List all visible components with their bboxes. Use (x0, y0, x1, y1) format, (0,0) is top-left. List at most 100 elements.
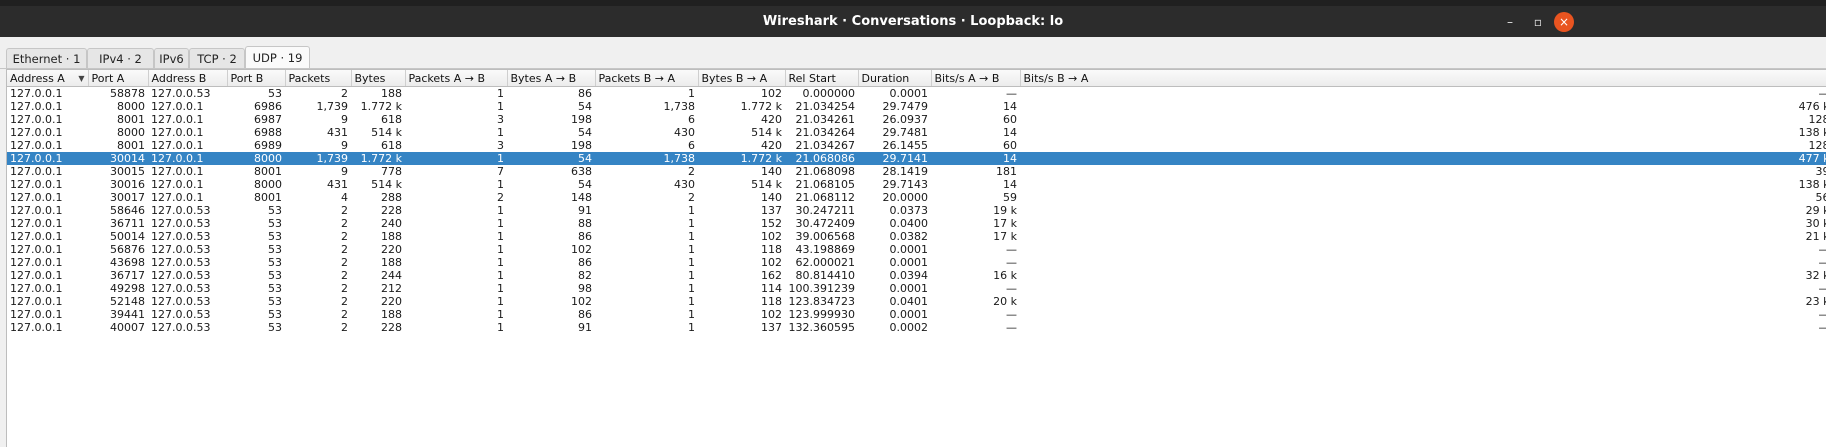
cell-bytes-b-a: 514 k (751, 126, 782, 139)
tab-ipv4[interactable]: IPv4 · 2 (87, 48, 154, 69)
table-row[interactable]: 127.0.0.1 36717 127.0.0.53 53 2 244 1 82 1 162 80.… (7, 269, 1826, 282)
cell-port-a: 8001 (117, 139, 145, 152)
cell-bytes-b-a: 118 (761, 243, 782, 256)
cell-bits-a-b: 59 (1003, 191, 1017, 204)
table-row[interactable]: 127.0.0.1 58646 127.0.0.53 53 2 228 1 91 1 137 30.… (7, 204, 1826, 217)
cell-packets-a-b: 1 (497, 230, 504, 243)
cell-port-b: 53 (268, 230, 282, 243)
table-row[interactable]: 127.0.0.1 36711 127.0.0.53 53 2 240 1 88 1 152 30.… (7, 217, 1826, 230)
cell-bytes: 188 (381, 308, 402, 321)
cell-port-b: 53 (268, 217, 282, 230)
close-icon[interactable]: × (1554, 12, 1574, 32)
table-row[interactable]: 127.0.0.1 39441 127.0.0.53 53 2 188 1 86 1 102 123… (7, 308, 1826, 321)
cell-bits-b-a: 128 (1808, 113, 1826, 126)
maximize-icon[interactable]: ▫ (1528, 12, 1548, 32)
cell-bits-a-b: 16 k (993, 269, 1017, 282)
cell-bytes: 188 (381, 256, 402, 269)
cell-duration: 0.0001 (889, 256, 929, 269)
tab-tcp[interactable]: TCP · 2 (189, 48, 245, 69)
cell-bytes: 240 (381, 217, 402, 230)
cell-packets: 2 (341, 243, 348, 256)
column-header-rel-start[interactable]: Rel Start (785, 70, 859, 87)
cell-bits-a-b: — (1006, 321, 1017, 334)
cell-bytes: 220 (381, 243, 402, 256)
cell-address-b: 127.0.0.53 (151, 295, 211, 308)
cell-bytes-b-a: 140 (761, 165, 782, 178)
cell-address-b: 127.0.0.1 (151, 178, 204, 191)
minimize-icon[interactable]: – (1500, 12, 1520, 32)
cell-bytes: 618 (381, 113, 402, 126)
column-header-bytes[interactable]: Bytes (351, 70, 406, 87)
cell-duration: 0.0001 (889, 308, 929, 321)
cell-bytes: 228 (381, 204, 402, 217)
table-row[interactable]: 127.0.0.1 8000 127.0.0.1 6986 1,739 1.772 k 1 5… (7, 100, 1826, 113)
cell-rel-start: 21.034267 (795, 139, 856, 152)
table-row[interactable]: 127.0.0.1 30014 127.0.0.1 8000 1,739 1.772 k1… (7, 152, 1826, 165)
cell-port-b: 8000 (254, 178, 282, 191)
table-row[interactable]: 127.0.0.1 58878 127.0.0.53 53 2 188 1 86 1 102 0.0… (7, 87, 1826, 101)
cell-packets-a-b: 1 (497, 126, 504, 139)
column-header-address-b[interactable]: Address B (148, 70, 228, 87)
table-row[interactable]: 127.0.0.1 8001 127.0.0.1 6989 9 618 3 198 6 420 21… (7, 139, 1826, 152)
cell-bits-a-b: — (1006, 243, 1017, 256)
cell-address-b: 127.0.0.1 (148, 152, 227, 165)
cell-bytes-b-a: 137 (761, 204, 782, 217)
cell-bytes: 244 (381, 269, 402, 282)
cell-rel-start: 30.247211 (795, 204, 856, 217)
cell-address-b: 127.0.0.53 (151, 243, 211, 256)
cell-packets-a-b: 2 (497, 191, 504, 204)
cell-address-b: 127.0.0.1 (151, 191, 204, 204)
cell-address-b: 127.0.0.53 (151, 321, 211, 334)
column-header-packets-b-a[interactable]: Packets B → A (595, 70, 699, 87)
column-header-port-a[interactable]: Port A (88, 70, 149, 87)
cell-bytes-a-b: 148 (571, 191, 592, 204)
column-header-bytes-a-b[interactable]: Bytes A → B (507, 70, 596, 87)
table-row[interactable]: 127.0.0.1 8001 127.0.0.1 6987 9 618 3 198 6 420 21… (7, 113, 1826, 126)
column-header-packets-a-b[interactable]: Packets A → B (405, 70, 508, 87)
table-row[interactable]: 127.0.0.1 8000 127.0.0.1 6988 431 514 k 1 54 430… (7, 126, 1826, 139)
table-row[interactable]: 127.0.0.1 40007 127.0.0.53 53 2 228 1 91 1 137 132… (7, 321, 1826, 334)
tab-ethernet[interactable]: Ethernet · 1 (6, 48, 87, 69)
cell-packets-a-b: 1 (497, 321, 504, 334)
cell-port-b: 53 (268, 321, 282, 334)
table-row[interactable]: 127.0.0.1 50014 127.0.0.53 53 2 188 1 86 1 102 39.… (7, 230, 1826, 243)
table-row[interactable]: 127.0.0.1 30016 127.0.0.1 8000 431 514 k 1 54 43… (7, 178, 1826, 191)
tab-udp[interactable]: UDP · 19 (245, 46, 310, 70)
cell-port-b: 8000 (227, 152, 285, 165)
column-header-bytes-b-a[interactable]: Bytes B → A (698, 70, 786, 87)
column-header-duration[interactable]: Duration (858, 70, 932, 87)
column-header-bits-a-b[interactable]: Bits/s A → B (931, 70, 1021, 87)
cell-port-a: 50014 (110, 230, 145, 243)
cell-packets-a-b: 1 (497, 308, 504, 321)
cell-rel-start: 21.068086 (785, 152, 858, 165)
cell-port-a: 8000 (117, 126, 145, 139)
cell-bytes: 514 k (371, 178, 402, 191)
cell-duration: 0.0001 (889, 282, 929, 295)
conversations-table[interactable]: Address A ▼ Port A Address B Port B Packe… (6, 69, 1826, 447)
cell-bits-b-a: 23 k (1805, 295, 1826, 308)
table-row[interactable]: 127.0.0.1 52148 127.0.0.53 53 2 220 1 102 1 118 12… (7, 295, 1826, 308)
window-titlebar[interactable]: Wireshark · Conversations · Loopback: lo… (0, 6, 1826, 37)
cell-bytes: 514 k (371, 126, 402, 139)
cell-bytes-b-a: 118 (761, 295, 782, 308)
column-header-port-b[interactable]: Port B (227, 70, 286, 87)
table-row[interactable]: 127.0.0.1 49298 127.0.0.53 53 2 212 1 98 1 114 100… (7, 282, 1826, 295)
column-header-bits-b-a[interactable]: Bits/s B → A (1020, 70, 1826, 87)
tab-ipv6[interactable]: IPv6 (154, 48, 189, 69)
cell-address-b: 127.0.0.1 (151, 100, 204, 113)
cell-packets: 2 (341, 87, 348, 100)
cell-duration: 0.0001 (889, 87, 929, 100)
cell-port-a: 40007 (110, 321, 145, 334)
cell-packets-b-a: 1,738 (663, 100, 696, 113)
table-row[interactable]: 127.0.0.1 30015 127.0.0.1 8001 9 778 7 638 2 140 2… (7, 165, 1826, 178)
cell-duration: 28.1419 (882, 165, 929, 178)
table-row[interactable]: 127.0.0.1 56876 127.0.0.53 53 2 220 1 102 1 118 43… (7, 243, 1826, 256)
table-row[interactable]: 127.0.0.1 30017 127.0.0.1 8001 4 288 2 148 2 140 2… (7, 191, 1826, 204)
column-header-address-a[interactable]: Address A ▼ (7, 70, 89, 87)
table-header-row: Address A ▼ Port A Address B Port B Packe… (7, 70, 1826, 87)
cell-rel-start: 123.834723 (788, 295, 855, 308)
table-row[interactable]: 127.0.0.1 43698 127.0.0.53 53 2 188 1 86 1 102 62.… (7, 256, 1826, 269)
cell-packets-a-b: 1 (497, 87, 504, 100)
column-header-packets[interactable]: Packets (285, 70, 352, 87)
cell-bytes-a-b: 91 (578, 204, 592, 217)
